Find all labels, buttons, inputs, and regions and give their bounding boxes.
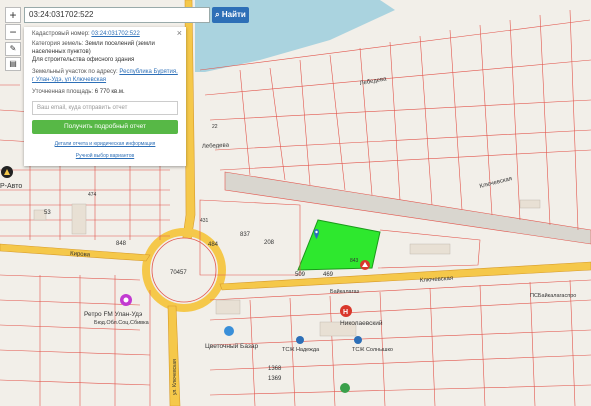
cadastral-label: Кадастровый номер: [32,31,90,37]
search-input[interactable]: 03:24:031702:522 [24,7,210,23]
cadastral-number-link[interactable]: 03:24:031702:522 [91,31,139,37]
parcel-number: 509 [295,272,306,278]
poi-marker[interactable] [120,294,132,306]
parcel-number: 469 [323,272,334,278]
poi-marker[interactable] [224,326,234,336]
manual-selection-link[interactable]: Ручной выбор вариантов [32,153,178,160]
parcel-number: 848 [116,241,127,247]
parcel-number: 22 [212,124,218,130]
parcel-number: 70457 [170,270,187,276]
parcel-info-popup: × Кадастровый номер: 03:24:031702:522 Ка… [24,27,186,166]
parcel-number: 431 [200,218,209,224]
poi-marker[interactable] [360,260,370,270]
place-label: Николаевский [340,319,383,327]
parcel-number: 1368 [268,366,282,372]
parcel-number: 1369 [268,376,282,382]
parcel-number: 474 [88,192,97,198]
place-label: ТСЖ Солнышко [352,347,393,353]
search-button-label: Найти [221,10,246,19]
street-label: ул. Ключевская [172,359,178,395]
cadastral-row: Кадастровый номер: 03:24:031702:522 [32,30,178,38]
parcel-number: 53 [44,210,51,216]
poi-marker[interactable] [340,383,350,393]
place-label: Бюд.Обл.Соц.Сбивка [94,320,150,326]
svg-text:H: H [343,309,348,316]
parcel-number: 843 [350,258,359,264]
report-details-link[interactable]: Детали отчета и юридическая информация [32,141,178,148]
area-value: 6 770 кв.м. [94,89,125,95]
place-label: ТСЖ Надежда [282,347,320,353]
category-row: Категория земель: Земли поселений (земли… [32,40,178,56]
address-row: Земельный участок по адресу: Республика … [32,68,178,84]
place-label: ПСБайкалагаспро [530,292,576,299]
search-button[interactable]: ⌕ Найти [212,7,249,23]
place-label: Цветочный Базар [205,342,258,350]
area-row: Уточненная площадь: 6 770 кв.м. [32,88,178,96]
measure-tool-icon[interactable]: ✎ [5,42,21,56]
address-label: Земельный участок по адресу: [32,69,118,75]
category-label: Категория земель: [32,41,84,47]
zoom-in-button[interactable]: + [5,7,21,23]
place-label: Р-Авто [0,183,22,190]
zoom-out-button[interactable]: − [5,24,21,40]
place-label: Байкалагаз [330,288,359,295]
search-icon: ⌕ [215,10,220,19]
area-label: Уточненная площадь: [32,89,94,95]
poi-marker[interactable]: H [340,305,352,317]
place-label: Ретро FM Улан-Удэ [84,311,143,318]
parcel-number: 837 [240,232,251,238]
parcel-number: 484 [208,242,219,248]
get-report-button[interactable]: Получить подробный отчет [32,120,178,134]
parcel-number: 208 [264,240,275,246]
close-icon[interactable]: × [177,28,182,38]
poi-marker[interactable] [1,166,13,178]
print-icon[interactable]: ▤ [5,57,21,71]
use-value: Для строительства офисного здания [32,57,135,63]
email-field[interactable]: Ваш email, куда отправить отчет [32,101,178,115]
